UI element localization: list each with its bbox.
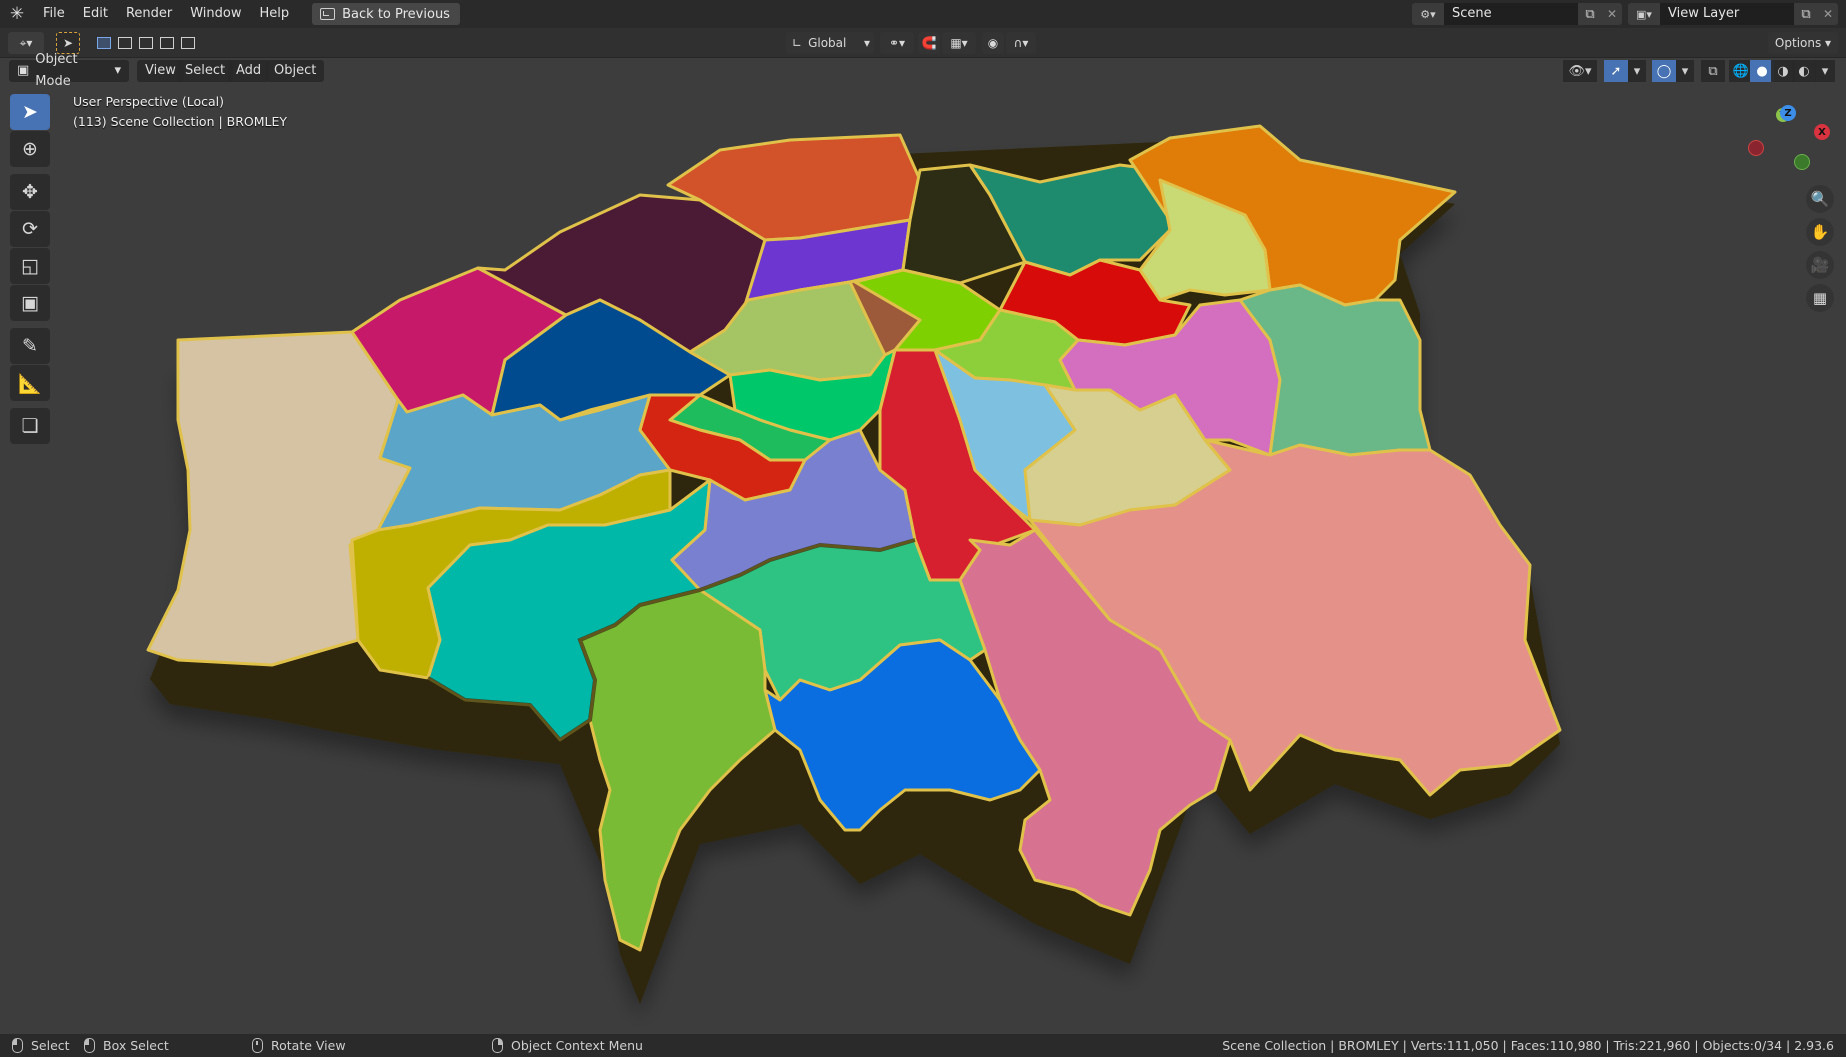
scene-selector: ⚙▾ Scene ⧉ ✕ — [1412, 3, 1622, 25]
tool-settings-header: ⌖▾ ➤ ∟ Global ▾ ⚭▾ 🧲 ▦▾ ◉ ∩▾ Options ▾ — [0, 28, 1846, 58]
orientation-axes-icon: ∟ — [792, 36, 803, 50]
overlays-dropdown-icon[interactable]: ▾ — [1676, 60, 1694, 82]
show-gizmo-icon[interactable]: ➚ — [1604, 60, 1628, 82]
measure-tool-icon[interactable]: 📐 — [10, 365, 50, 401]
viewport-header: ▣ Object Mode ▾ View Select Add Object 👁… — [0, 52, 1846, 89]
perspective-toggle-grid-icon[interactable]: ▦ — [1806, 284, 1834, 312]
middle-mouse-icon — [252, 1038, 263, 1053]
london-boroughs-map-3d[interactable] — [0, 58, 1846, 1034]
camera-view-icon[interactable]: 🎥 — [1806, 251, 1834, 279]
object-mode-label: Object Mode — [35, 52, 78, 89]
cursor-tool-icon[interactable]: ⊕ — [10, 131, 50, 167]
menu-window[interactable]: Window — [181, 0, 250, 28]
menu-select[interactable]: Select — [177, 60, 234, 82]
3d-viewport[interactable]: User Perspective (Local) (113) Scene Col… — [0, 58, 1846, 1034]
status-rotate-view-hint: Rotate View — [252, 1034, 346, 1057]
add-cube-tool-icon[interactable]: ❏ — [10, 408, 50, 444]
gizmo-neg-y-axis[interactable] — [1794, 154, 1810, 170]
select-box-tool-icon[interactable]: ➤ — [10, 94, 50, 130]
proportional-editing-icon[interactable]: ◉ — [982, 32, 1004, 54]
transform-orientation-dropdown[interactable]: ∟ Global ▾ — [786, 32, 874, 54]
proportional-falloff-dropdown[interactable]: ∩▾ — [1006, 32, 1036, 54]
menu-file[interactable]: File — [34, 0, 74, 28]
view-layer-browse-dropdown[interactable]: ▣▾ — [1628, 3, 1660, 25]
active-collection-label: (113) Scene Collection | BROMLEY — [73, 114, 288, 129]
show-overlays-icon[interactable]: ◯ — [1652, 60, 1676, 82]
menu-object[interactable]: Object — [266, 60, 325, 82]
menu-help[interactable]: Help — [251, 0, 299, 28]
selection-mode-subtract-icon[interactable] — [136, 32, 156, 54]
pivot-point-dropdown[interactable]: ⚭▾ — [880, 32, 914, 54]
status-context-menu-hint: Object Context Menu — [492, 1034, 643, 1057]
scale-tool-icon[interactable]: ◱ — [10, 248, 50, 284]
xray-toggle-icon[interactable]: ⧉ — [1701, 60, 1725, 82]
view-layer-name-field[interactable]: View Layer — [1660, 3, 1794, 25]
back-screen-icon — [320, 8, 336, 20]
snap-toggle-icon[interactable]: 🧲 — [918, 32, 940, 54]
snap-target-dropdown[interactable]: ▦▾ — [942, 32, 976, 54]
annotate-tool-icon[interactable]: ✎ — [10, 328, 50, 364]
new-scene-icon[interactable]: ⧉ — [1578, 3, 1602, 25]
selection-mode-invert-icon[interactable] — [157, 32, 177, 54]
delete-scene-icon[interactable]: ✕ — [1602, 3, 1622, 25]
object-mode-icon: ▣ — [17, 63, 30, 78]
visibility-dropdown-eye-icon[interactable]: 👁▾ — [1563, 60, 1597, 82]
rotate-tool-icon[interactable]: ⟳ — [10, 211, 50, 247]
orientation-label: Global — [808, 36, 847, 50]
back-to-previous-button[interactable]: Back to Previous — [312, 3, 460, 25]
view-perspective-label: User Perspective (Local) — [73, 94, 224, 109]
menu-edit[interactable]: Edit — [74, 0, 117, 28]
scene-statistics: Scene Collection | BROMLEY | Verts:111,0… — [1222, 1038, 1834, 1053]
status-select-hint: Select — [12, 1034, 70, 1057]
selection-mode-intersect-icon[interactable] — [178, 32, 198, 54]
gizmo-dropdown-icon[interactable]: ▾ — [1628, 60, 1646, 82]
shading-dropdown-icon[interactable]: ▾ — [1815, 60, 1835, 82]
scene-name-field[interactable]: Scene — [1444, 3, 1578, 25]
object-mode-dropdown[interactable]: ▣ Object Mode ▾ — [9, 52, 129, 89]
menu-add[interactable]: Add — [228, 60, 270, 82]
top-menu-bar: ✳ File Edit Render Window Help Back to P… — [0, 0, 1846, 28]
delete-view-layer-icon[interactable]: ✕ — [1818, 3, 1838, 25]
gizmo-x-label: X — [1818, 126, 1826, 138]
menu-render[interactable]: Render — [117, 0, 181, 28]
right-mouse-icon — [492, 1038, 503, 1053]
status-context-menu-label: Object Context Menu — [511, 1038, 643, 1053]
gizmo-x-axis[interactable]: X — [1814, 124, 1830, 140]
selection-mode-extend-icon[interactable] — [115, 32, 135, 54]
blender-logo-icon[interactable]: ✳ — [0, 0, 34, 28]
transform-tool-icon[interactable]: ▣ — [10, 285, 50, 321]
status-box-select-label: Box Select — [103, 1038, 169, 1053]
status-box-select-hint: Box Select — [84, 1034, 169, 1057]
chevron-down-icon: ▾ — [114, 63, 121, 78]
gizmo-z-axis[interactable]: Z — [1780, 105, 1796, 121]
options-label: Options — [1774, 36, 1822, 50]
gizmo-neg-x-axis[interactable] — [1748, 140, 1764, 156]
gizmo-z-label: Z — [1784, 107, 1792, 119]
move-tool-icon[interactable]: ✥ — [10, 174, 50, 210]
left-mouse-icon — [12, 1038, 23, 1053]
scene-browse-dropdown[interactable]: ⚙▾ — [1412, 3, 1444, 25]
options-dropdown[interactable]: Options ▾ — [1768, 32, 1838, 54]
zoom-view-icon[interactable]: 🔍 — [1806, 185, 1834, 213]
rendered-shading-icon[interactable]: ◐ — [1792, 60, 1816, 82]
back-to-previous-label: Back to Previous — [342, 6, 450, 22]
drag-mouse-icon — [84, 1038, 95, 1053]
pan-view-hand-icon[interactable]: ✋ — [1806, 218, 1834, 246]
status-rotate-view-label: Rotate View — [271, 1038, 346, 1053]
status-select-label: Select — [31, 1038, 70, 1053]
chevron-down-icon: ▾ — [863, 36, 870, 50]
view-layer-selector: ▣▾ View Layer ⧉ ✕ — [1628, 3, 1838, 25]
status-bar: Select Box Select Rotate View Object Con… — [0, 1034, 1846, 1057]
new-view-layer-icon[interactable]: ⧉ — [1794, 3, 1818, 25]
